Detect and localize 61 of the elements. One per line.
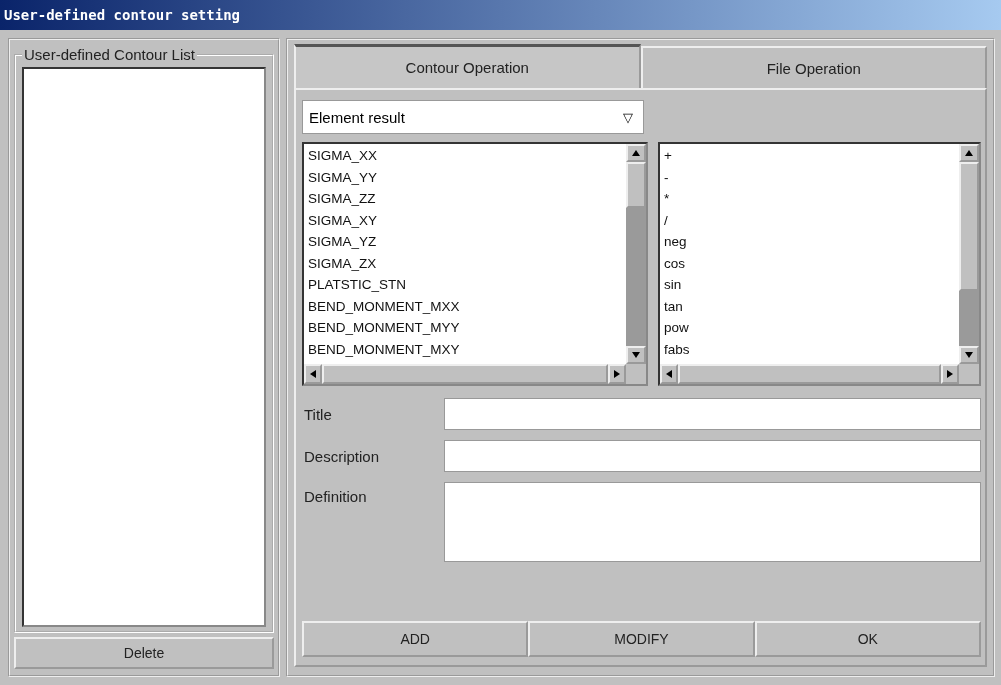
tab[interactable]: Contour Operation — [294, 44, 641, 88]
scroll-up-button[interactable] — [626, 144, 646, 162]
vertical-scrollbar[interactable] — [959, 144, 979, 364]
up-triangle-icon — [964, 149, 974, 157]
list-item[interactable]: SIGMA_YZ — [308, 231, 622, 253]
list-item[interactable]: PLATSTIC_STN — [308, 274, 622, 296]
list-item[interactable]: cos — [664, 252, 955, 274]
up-triangle-icon — [631, 149, 641, 157]
list-item[interactable]: BEND_MONMENT_MYY — [308, 317, 622, 339]
scroll-thumb[interactable] — [322, 364, 608, 384]
delete-button[interactable]: Delete — [14, 637, 274, 669]
list-item[interactable]: sin — [664, 274, 955, 296]
scrollbar-corner — [626, 364, 646, 384]
down-triangle-icon — [631, 351, 641, 359]
scroll-thumb[interactable] — [626, 162, 646, 208]
scroll-thumb[interactable] — [678, 364, 941, 384]
right-triangle-icon — [613, 369, 621, 379]
list-item[interactable]: + — [664, 145, 955, 167]
scroll-left-button[interactable] — [660, 364, 678, 384]
scroll-thumb[interactable] — [959, 162, 979, 291]
definition-field[interactable] — [444, 482, 981, 562]
left-triangle-icon — [665, 369, 673, 379]
group-title: User-defined Contour List — [23, 46, 196, 63]
text-field[interactable] — [444, 440, 981, 472]
list-item[interactable]: fabs — [664, 338, 955, 360]
list-item[interactable]: SIGMA_ZX — [308, 252, 622, 274]
down-triangle-icon — [964, 351, 974, 359]
result-type-dropdown[interactable]: Element result ▽ — [302, 100, 644, 134]
text-field[interactable] — [444, 398, 981, 430]
list-item[interactable]: - — [664, 166, 955, 188]
scrollbar-corner — [959, 364, 979, 384]
action-button[interactable]: MODIFY — [528, 621, 755, 657]
list-item[interactable]: pow — [664, 317, 955, 339]
scroll-up-button[interactable] — [959, 144, 979, 162]
list-item[interactable]: SIGMA_XY — [308, 209, 622, 231]
list-item[interactable]: BEND_MONMENT_MXY — [308, 338, 622, 360]
list-item[interactable]: SIGMA_YY — [308, 166, 622, 188]
list-item[interactable]: neg — [664, 231, 955, 253]
vertical-scrollbar[interactable] — [626, 144, 646, 364]
list-item[interactable]: SIGMA_ZZ — [308, 188, 622, 210]
list-item[interactable]: SIGMA_XX — [308, 145, 622, 167]
right-triangle-icon — [946, 369, 954, 379]
field-label: Description — [303, 447, 381, 465]
field-label: Title — [303, 405, 333, 423]
left-triangle-icon — [309, 369, 317, 379]
list-item[interactable]: tan — [664, 295, 955, 317]
scroll-right-button[interactable] — [941, 364, 959, 384]
horizontal-scrollbar[interactable] — [660, 364, 979, 384]
list-item[interactable]: BEND_MONMENT_MXX — [308, 295, 622, 317]
action-button[interactable]: ADD — [302, 621, 529, 657]
scroll-left-button[interactable] — [304, 364, 322, 384]
field-label: Definition — [303, 487, 368, 505]
horizontal-scrollbar[interactable] — [304, 364, 646, 384]
tab[interactable]: File Operation — [640, 46, 987, 88]
scroll-right-button[interactable] — [608, 364, 626, 384]
action-button[interactable]: OK — [754, 621, 981, 657]
list-item[interactable]: / — [664, 209, 955, 231]
scroll-down-button[interactable] — [959, 346, 979, 364]
scroll-down-button[interactable] — [626, 346, 646, 364]
list-item[interactable]: * — [664, 188, 955, 210]
window-title: User-defined contour setting — [4, 7, 240, 23]
